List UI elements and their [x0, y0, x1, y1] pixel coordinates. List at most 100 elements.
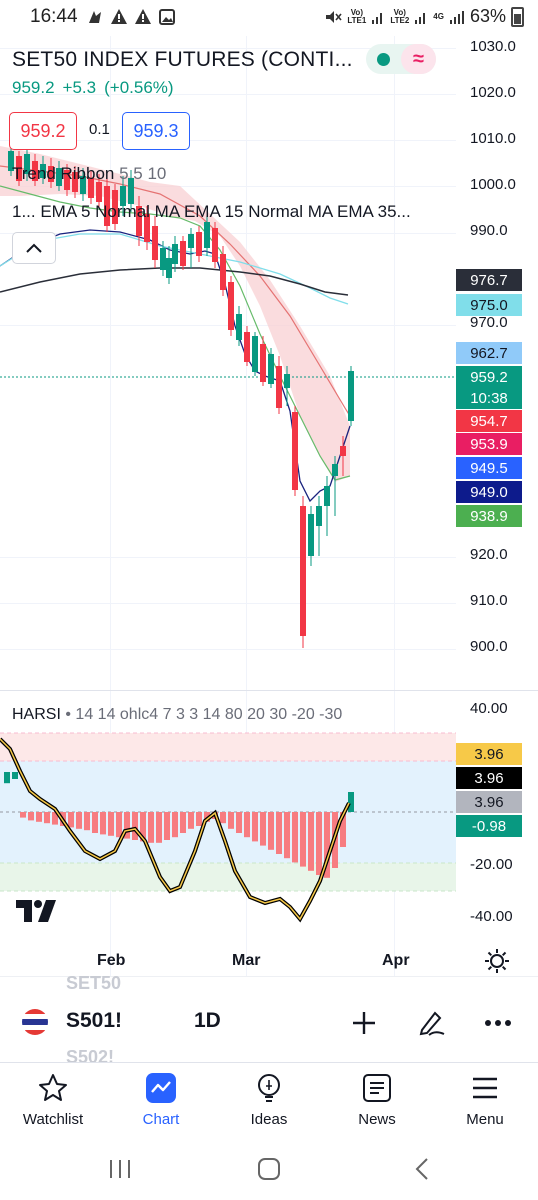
harsi-ob-zone	[0, 733, 456, 761]
back-button[interactable]	[402, 1154, 442, 1184]
back-chevron-icon	[415, 1158, 428, 1180]
price-tag: 976.7	[456, 269, 522, 291]
signal-icon	[415, 12, 426, 24]
nav-ideas[interactable]: Ideas	[224, 1071, 314, 1128]
network-type-label: 4G	[433, 11, 444, 21]
harsi-bar	[68, 812, 74, 828]
harsi-bar	[132, 812, 138, 840]
network-lte1-label: Vo) LTE1	[347, 7, 367, 25]
mute-icon	[326, 10, 342, 23]
candle-body	[196, 232, 202, 256]
harsi-name: HARSI	[12, 706, 61, 723]
harsi-bar	[44, 812, 50, 824]
candle-body	[160, 248, 166, 270]
harsi-bar	[36, 812, 42, 822]
chevron-up-icon	[26, 243, 42, 253]
home-icon	[258, 1158, 280, 1180]
nav-label: Menu	[466, 1111, 504, 1128]
status-notification-icons	[86, 8, 176, 26]
chart-area[interactable]: SET50 INDEX FUTURES (CONTI... 959.2 +5.3 (…	[0, 36, 538, 976]
harsi-bar	[316, 812, 322, 875]
candle-body	[96, 182, 102, 202]
candle-body	[152, 226, 158, 260]
harsi-bar	[92, 812, 98, 833]
price-axis-label: 900.0	[470, 638, 508, 655]
harsi-axis-label: 40.00	[470, 700, 508, 717]
candle-body	[268, 354, 274, 384]
price-tag: 953.9	[456, 433, 522, 455]
candle-body	[308, 514, 314, 556]
price-tag: 962.7	[456, 342, 522, 364]
nav-menu[interactable]: Menu	[440, 1071, 530, 1128]
spread-value: 0.1	[89, 121, 110, 138]
harsi-bar	[268, 812, 274, 850]
price-tag: 959.2	[456, 366, 522, 388]
drawing-tools-button[interactable]	[414, 1005, 450, 1041]
status-time: 16:44	[30, 6, 78, 27]
harsi-chart[interactable]	[0, 691, 456, 931]
collapse-legend-button[interactable]	[12, 232, 56, 264]
price-change-percent: (+0.56%)	[104, 78, 174, 97]
harsi-bar	[292, 812, 298, 863]
nav-chart[interactable]: Chart	[116, 1071, 206, 1128]
sell-button[interactable]: 959.2	[9, 112, 77, 150]
ma-legend[interactable]: 1... EMA 5 Normal MA EMA 15 Normal MA EM…	[12, 202, 411, 222]
network-lte2-label: Vo) LTE2	[390, 7, 410, 25]
symbol-selector[interactable]: S501!	[66, 1009, 122, 1033]
status-bar: 16:44 Vo) LTE1 Vo) LTE2 4G 63%	[0, 0, 538, 36]
harsi-bar	[196, 812, 202, 826]
candle-body	[340, 446, 346, 456]
news-icon	[360, 1071, 394, 1105]
menu-icon	[468, 1071, 502, 1105]
nav-watchlist[interactable]: Watchlist	[8, 1071, 98, 1128]
recent-apps-button[interactable]	[100, 1154, 140, 1184]
candle-body	[348, 371, 354, 421]
image-icon	[159, 9, 175, 25]
harsi-bar	[252, 812, 258, 842]
harsi-legend[interactable]: HARSI • 14 14 ohlc4 7 3 3 14 80 20 30 -2…	[12, 706, 342, 724]
market-status-toggle[interactable]: ≈	[366, 44, 436, 74]
interval-selector[interactable]: 1D	[194, 1009, 221, 1033]
star-icon	[36, 1071, 70, 1105]
harsi-value-tag: -0.98	[456, 815, 522, 837]
add-indicator-button[interactable]	[346, 1005, 382, 1041]
plus-icon	[353, 1012, 375, 1034]
nav-label: Ideas	[250, 1111, 288, 1128]
last-price: 959.2	[12, 78, 55, 97]
app-notification-icon	[89, 11, 101, 23]
harsi-bar	[180, 812, 186, 833]
time-label-apr: Apr	[382, 952, 410, 969]
harsi-bar	[108, 812, 114, 836]
home-button[interactable]	[249, 1154, 289, 1184]
chart-icon	[144, 1071, 178, 1105]
candle-body	[260, 344, 266, 382]
nav-news[interactable]: News	[332, 1071, 422, 1128]
candle-body	[300, 506, 306, 636]
battery-percent: 63%	[469, 6, 506, 26]
more-options-button[interactable]	[480, 1005, 516, 1041]
harsi-params: 14 14 ohlc4 7 3 3 14 80 20 30 -20 -30	[75, 706, 343, 723]
buy-button[interactable]: 959.3	[122, 112, 190, 150]
symbol-title[interactable]: SET50 INDEX FUTURES (CONTI...	[12, 48, 353, 72]
tradingview-logo-icon[interactable]	[16, 900, 60, 922]
nav-label: Chart	[142, 1111, 180, 1128]
price-axis-label: 910.0	[470, 592, 508, 609]
price-tag: 975.0	[456, 294, 522, 316]
harsi-bar	[276, 812, 282, 854]
harsi-bar	[4, 772, 10, 784]
price-axis-label: 1010.0	[470, 130, 516, 147]
candle-body	[332, 464, 338, 476]
candle-body	[252, 336, 258, 372]
chart-settings-icon[interactable]	[484, 948, 510, 974]
price-tag: 938.9	[456, 505, 522, 527]
price-summary: 959.2 +5.3 (+0.56%)	[12, 78, 182, 98]
price-change: +5.3	[62, 78, 97, 97]
candle-body	[292, 412, 298, 490]
wave-icon: ≈	[401, 44, 436, 74]
harsi-bar	[228, 812, 234, 829]
candle-body	[244, 332, 250, 362]
trend-ribbon-legend[interactable]: Trend Ribbon 5 5 10	[12, 164, 166, 184]
candle-body	[276, 366, 282, 408]
nav-label: News	[358, 1111, 396, 1128]
price-tag: 949.5	[456, 457, 522, 479]
